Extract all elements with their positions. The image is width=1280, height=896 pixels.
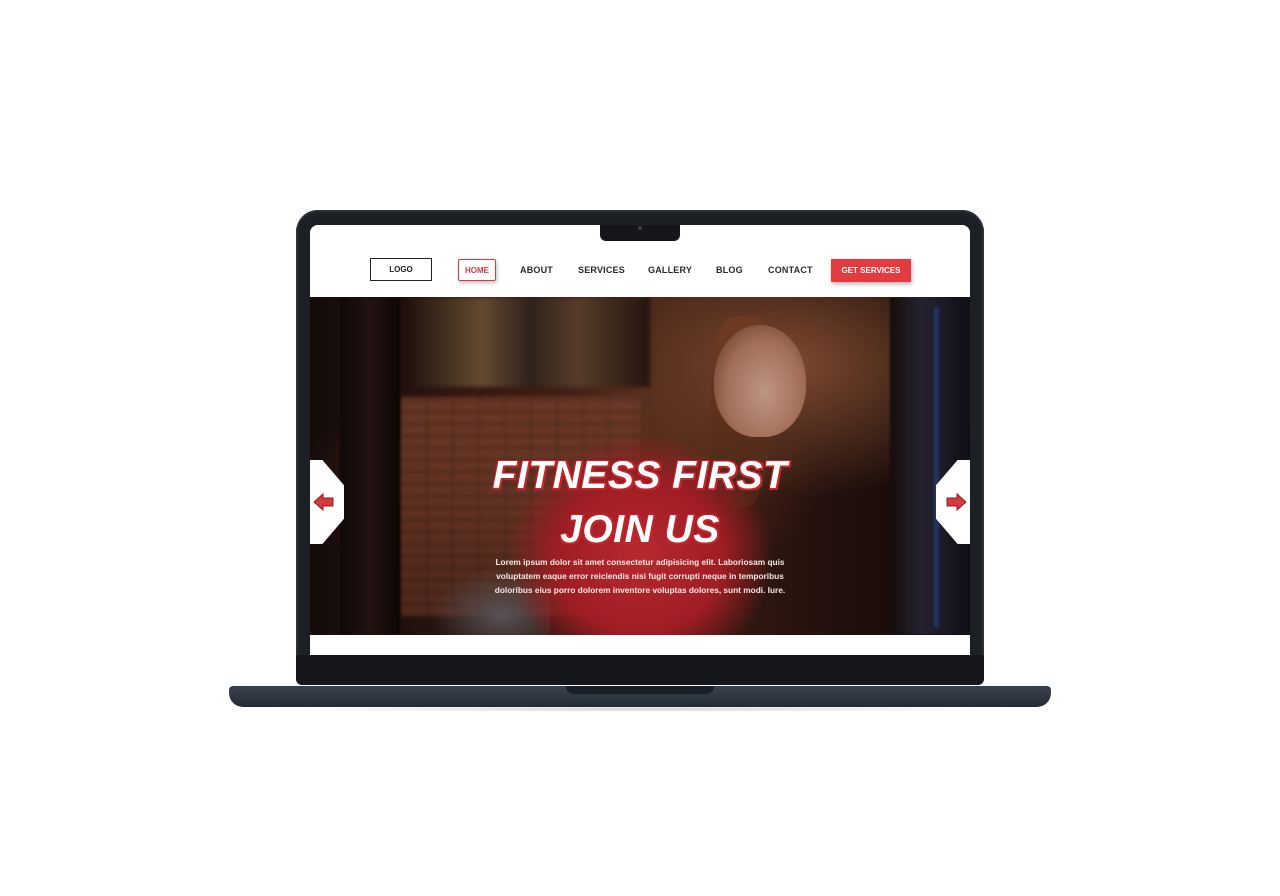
nav-item-contact[interactable]: CONTACT — [768, 265, 813, 275]
hero-title-line: JOIN US — [560, 508, 720, 551]
page-content-strip — [310, 635, 970, 655]
camera-icon — [638, 226, 642, 230]
hero-description-line: voluptatem eaque error reiciendis nisi f… — [496, 571, 784, 581]
laptop-mockup: LOGO HOME ABOUT SERVICES GALLERY BLOG CO… — [0, 0, 1280, 896]
hero-description: Lorem ipsum dolor sit amet consectetur a… — [490, 555, 790, 597]
arrow-right-icon — [946, 493, 966, 511]
laptop-shadow — [260, 706, 1020, 712]
hero-title-line: FITNESS FIRST — [492, 454, 788, 497]
laptop-screen: LOGO HOME ABOUT SERVICES GALLERY BLOG CO… — [310, 225, 970, 655]
nav-item-gallery[interactable]: GALLERY — [648, 265, 692, 275]
hero-banner: FITNESS FIRST JOIN US Lorem ipsum dolor … — [310, 297, 970, 635]
nav-item-about[interactable]: ABOUT — [520, 265, 553, 275]
hero-title: FITNESS FIRST JOIN US — [440, 449, 840, 557]
nav-item-blog[interactable]: BLOG — [716, 265, 743, 275]
site-logo[interactable]: LOGO — [370, 258, 432, 281]
hero-description-line: Lorem ipsum dolor sit amet consectetur a… — [495, 557, 785, 567]
nav-item-home[interactable]: HOME — [458, 259, 496, 281]
hero-description-line: doloribus eius porro dolorem inventore v… — [494, 585, 786, 595]
laptop-bezel — [296, 655, 984, 685]
get-services-button[interactable]: GET SERVICES — [831, 259, 911, 282]
arrow-left-icon — [314, 493, 334, 511]
laptop-hinge-notch — [566, 686, 714, 694]
nav-item-services[interactable]: SERVICES — [578, 265, 625, 275]
